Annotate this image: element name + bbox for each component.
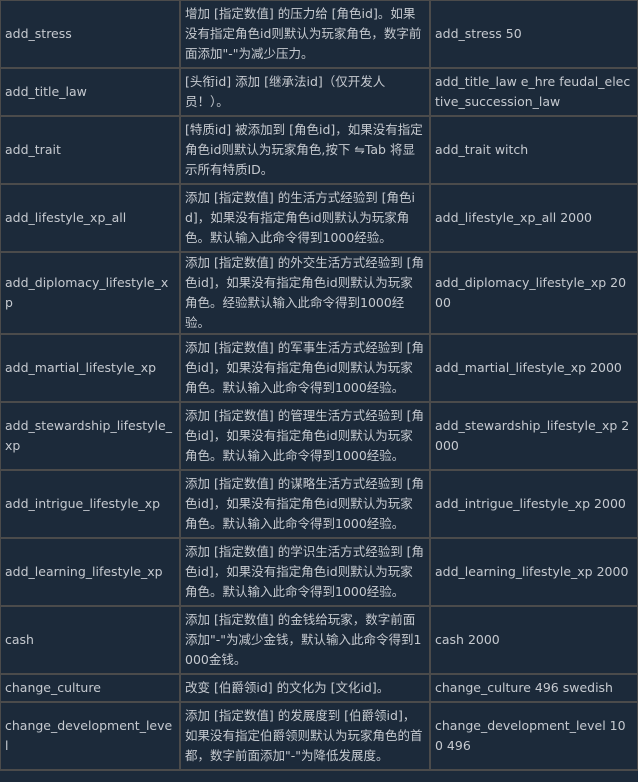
example-cell: add_stress 50 — [429, 0, 638, 69]
command-cell: change_culture — [0, 673, 181, 703]
description-cell: 添加 [指定数值] 的金钱给玩家，数字前面添加"-"为减少金钱，默认输入此命令得… — [179, 605, 431, 675]
example-cell: change_culture 496 swedish — [429, 673, 638, 703]
command-cell: add_stress — [0, 0, 181, 69]
table-row: add_lifestyle_xp_all 添加 [指定数值] 的生活方式经验到 [… — [0, 183, 638, 253]
description-cell: 添加 [指定数值] 的生活方式经验到 [角色id]，如果没有指定角色id则默认为… — [179, 183, 431, 253]
description-cell: 添加 [指定数值] 的谋略生活方式经验到 [角色id]，如果没有指定角色id则默… — [179, 469, 431, 539]
command-cell: add_intrigue_lifestyle_xp — [0, 469, 181, 539]
example-cell: add_learning_lifestyle_xp 2000 — [429, 537, 638, 607]
description-cell: 添加 [指定数值] 的外交生活方式经验到 [角色id]，如果没有指定角色id则默… — [179, 251, 431, 335]
example-cell: add_trait witch — [429, 115, 638, 185]
table-row: add_learning_lifestyle_xp 添加 [指定数值] 的学识生活… — [0, 537, 638, 607]
table-row: add_trait [特质id] 被添加到 [角色id]，如果没有指定角色id则默… — [0, 115, 638, 185]
command-cell: add_diplomacy_lifestyle_xp — [0, 251, 181, 335]
table-row: change_culture 改变 [伯爵领id] 的文化为 [文化id]。 cha… — [0, 673, 638, 703]
table-row: cash 添加 [指定数值] 的金钱给玩家，数字前面添加"-"为减少金钱，默认输入… — [0, 605, 638, 675]
command-cell: add_stewardship_lifestyle_xp — [0, 401, 181, 471]
example-cell: change_development_level 100 496 — [429, 701, 638, 771]
table-row: add_diplomacy_lifestyle_xp 添加 [指定数值] 的外交生… — [0, 251, 638, 335]
example-cell: add_diplomacy_lifestyle_xp 2000 — [429, 251, 638, 335]
example-cell: add_martial_lifestyle_xp 2000 — [429, 333, 638, 403]
command-cell: add_trait — [0, 115, 181, 185]
table-row: add_stress 增加 [指定数值] 的压力给 [角色id]。如果没有指定角色… — [0, 0, 638, 69]
example-cell: cash 2000 — [429, 605, 638, 675]
description-cell: [特质id] 被添加到 [角色id]，如果没有指定角色id则默认为玩家角色,按下… — [179, 115, 431, 185]
table-row: add_title_law [头衔id] 添加 [继承法id]（仅开发人员！）。 a… — [0, 67, 638, 117]
description-cell: 添加 [指定数值] 的军事生活方式经验到 [角色id]，如果没有指定角色id则默… — [179, 333, 431, 403]
example-cell: add_title_law e_hre feudal_elective_succ… — [429, 67, 638, 117]
command-cell: change_development_level — [0, 701, 181, 771]
example-cell: add_lifestyle_xp_all 2000 — [429, 183, 638, 253]
command-cell: add_lifestyle_xp_all — [0, 183, 181, 253]
table-row: add_stewardship_lifestyle_xp 添加 [指定数值] 的管… — [0, 401, 638, 471]
description-cell: 添加 [指定数值] 的学识生活方式经验到 [角色id]，如果没有指定角色id则默… — [179, 537, 431, 607]
command-cell: add_title_law — [0, 67, 181, 117]
table-row: change_development_level 添加 [指定数值] 的发展度到 … — [0, 701, 638, 771]
description-cell: 添加 [指定数值] 的管理生活方式经验到 [角色id]，如果没有指定角色id则默… — [179, 401, 431, 471]
table-row: add_martial_lifestyle_xp 添加 [指定数值] 的军事生活方… — [0, 333, 638, 403]
description-cell: 改变 [伯爵领id] 的文化为 [文化id]。 — [179, 673, 431, 703]
command-cell: cash — [0, 605, 181, 675]
command-cell: add_martial_lifestyle_xp — [0, 333, 181, 403]
example-cell: add_intrigue_lifestyle_xp 2000 — [429, 469, 638, 539]
description-cell: 增加 [指定数值] 的压力给 [角色id]。如果没有指定角色id则默认为玩家角色… — [179, 0, 431, 69]
table-row: add_intrigue_lifestyle_xp 添加 [指定数值] 的谋略生活… — [0, 469, 638, 539]
description-cell: 添加 [指定数值] 的发展度到 [伯爵领id]，如果没有指定伯爵领则默认为玩家角… — [179, 701, 431, 771]
example-cell: add_stewardship_lifestyle_xp 2000 — [429, 401, 638, 471]
command-cell: add_learning_lifestyle_xp — [0, 537, 181, 607]
console-commands-table: add_stress 增加 [指定数值] 的压力给 [角色id]。如果没有指定角色… — [0, 0, 638, 771]
description-cell: [头衔id] 添加 [继承法id]（仅开发人员！）。 — [179, 67, 431, 117]
